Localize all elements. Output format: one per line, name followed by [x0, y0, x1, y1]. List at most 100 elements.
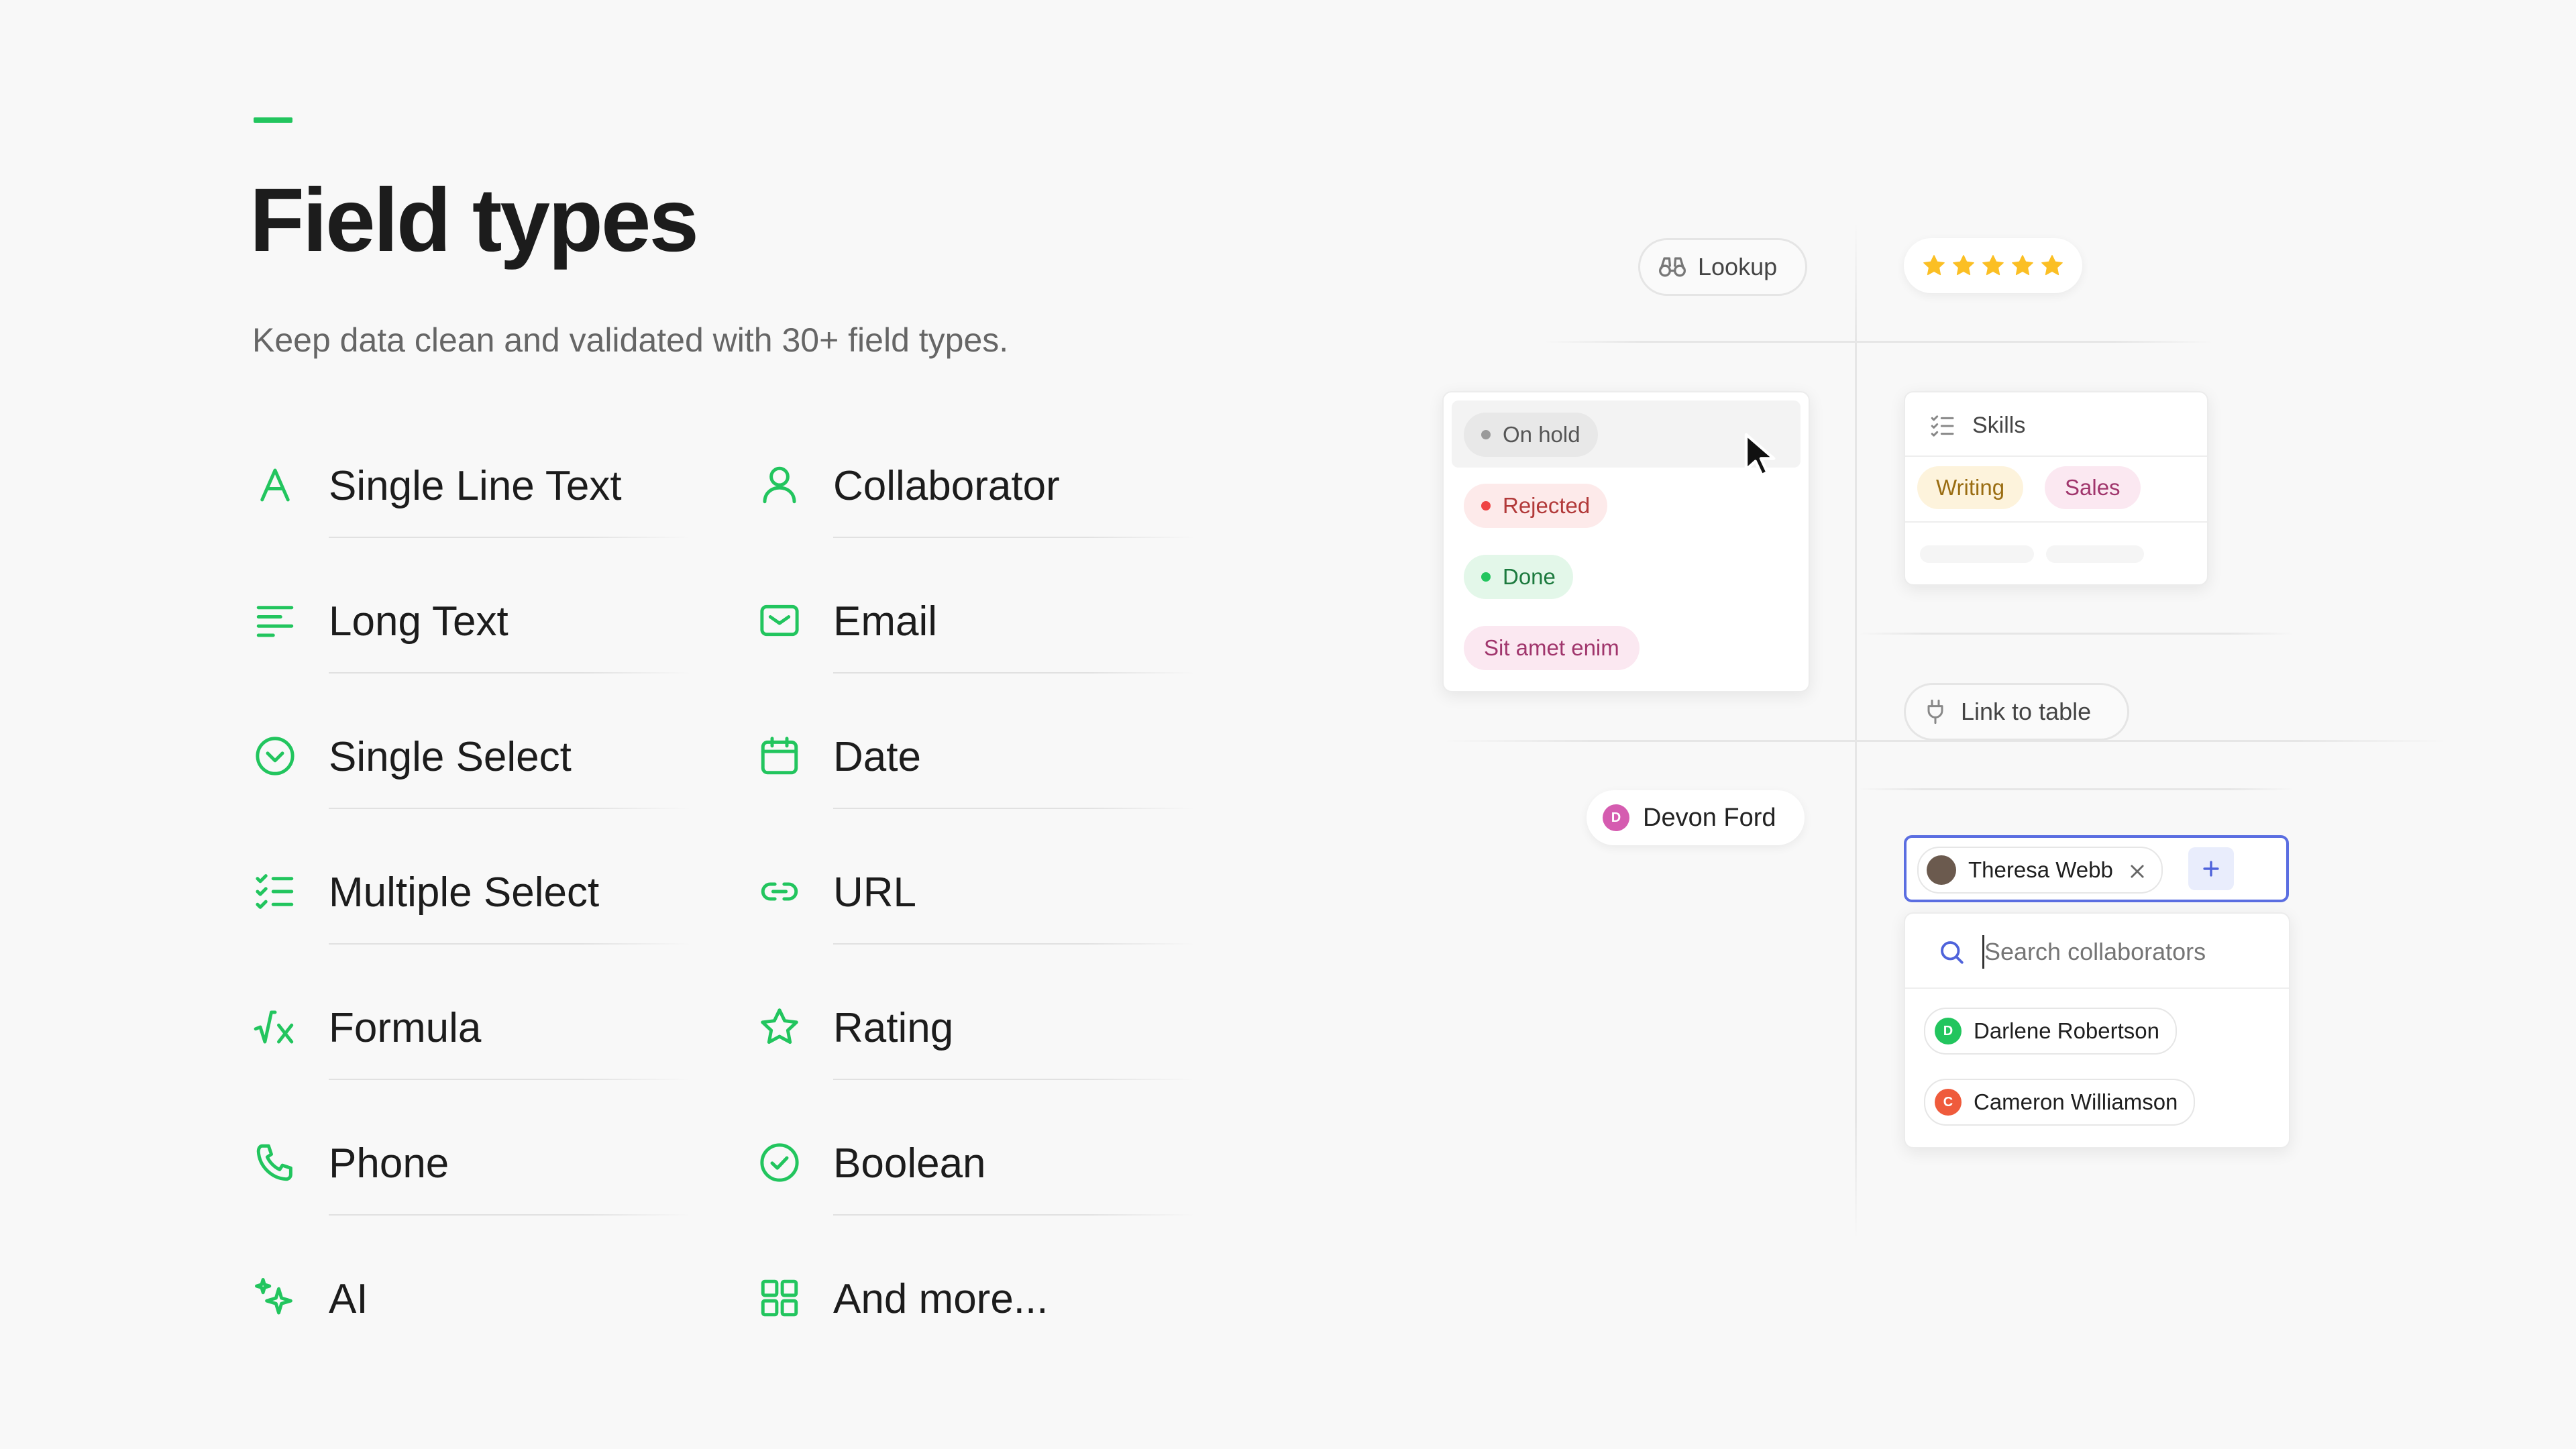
status-option-on-hold[interactable]: On hold: [1464, 413, 1598, 457]
divider: [1905, 987, 2289, 989]
divider: [1905, 521, 2207, 523]
plug-icon: [1922, 698, 1949, 725]
divider: [833, 808, 1195, 809]
status-option-label: Done: [1503, 564, 1556, 589]
skill-tag-writing[interactable]: Writing: [1917, 466, 2024, 509]
status-dot: [1481, 430, 1491, 439]
divider: [329, 808, 691, 809]
add-collaborator-button[interactable]: [2188, 847, 2234, 890]
grid-icon: [757, 1276, 802, 1320]
search-collaborators-input[interactable]: [1984, 934, 2266, 970]
collaborator-dropdown[interactable]: D Darlene Robertson C Cameron Williamson: [1904, 912, 2290, 1148]
lookup-label: Lookup: [1698, 253, 1778, 280]
star-icon[interactable]: [2010, 253, 2035, 278]
field-type-label: Phone: [329, 1140, 449, 1187]
link-to-table-pill[interactable]: Link to table: [1904, 683, 2129, 741]
devon-ford-name: Devon Ford: [1643, 803, 1776, 832]
devon-ford-chip[interactable]: D Devon Ford: [1587, 790, 1805, 845]
binoculars-icon: [1658, 252, 1687, 282]
status-dropdown[interactable]: On hold Rejected Done Sit amet enim: [1442, 391, 1810, 692]
collaborator-option-name: Cameron Williamson: [1974, 1089, 2178, 1114]
page-subtitle: Keep data clean and validated with 30+ f…: [252, 321, 1009, 359]
collaborator-option-name: Darlene Robertson: [1974, 1018, 2159, 1043]
field-type-label: Boolean: [833, 1140, 986, 1187]
divider: [329, 672, 691, 674]
field-type-label: Date: [833, 734, 921, 780]
status-option-label: Sit amet enim: [1484, 635, 1619, 660]
skills-title: Skills: [1972, 413, 2026, 438]
divider: [329, 1214, 691, 1216]
field-type-label: Multiple Select: [329, 869, 600, 916]
divider: [329, 943, 691, 945]
grid-line: [1858, 633, 2294, 635]
collaborator-field[interactable]: Theresa Webb: [1904, 835, 2289, 902]
collaborator-option-cameron[interactable]: C Cameron Williamson: [1924, 1079, 2196, 1126]
skill-tag-label: Writing: [1936, 475, 2005, 500]
user-icon: [757, 463, 802, 507]
star-icon[interactable]: [1921, 253, 1947, 278]
avatar: D: [1603, 804, 1629, 831]
link-to-table-label: Link to table: [1961, 698, 2092, 725]
avatar: [1927, 855, 1956, 885]
status-option-label: Rejected: [1503, 493, 1591, 518]
calendar-icon: [757, 734, 802, 778]
square-root-x-icon: [253, 1005, 297, 1049]
circle-check-icon: [757, 1140, 802, 1185]
status-option-done[interactable]: Done: [1464, 555, 1573, 599]
field-type-label: URL: [833, 869, 917, 916]
divider: [833, 1214, 1195, 1216]
field-type-label: Formula: [329, 1005, 482, 1051]
avatar: C: [1935, 1089, 1962, 1116]
accent-bar: [254, 117, 292, 123]
star-icon[interactable]: [1951, 253, 1976, 278]
search-icon: [1937, 938, 1966, 966]
letter-a-icon: [253, 463, 297, 507]
divider: [833, 672, 1195, 674]
status-option-label: On hold: [1503, 422, 1580, 447]
divider: [329, 537, 691, 538]
close-icon[interactable]: [2128, 861, 2147, 879]
grid-line: [1543, 341, 2214, 343]
link-icon: [757, 869, 802, 914]
field-type-label: Long Text: [329, 598, 508, 645]
status-option-rejected[interactable]: Rejected: [1464, 484, 1608, 528]
circle-chevron-down-icon: [253, 734, 297, 778]
sparkles-icon: [253, 1276, 297, 1320]
rating-pill[interactable]: [1904, 238, 2082, 293]
field-type-label: Email: [833, 598, 938, 645]
grid-line: [1858, 788, 2294, 790]
checklist-icon: [253, 869, 297, 914]
field-type-label: Rating: [833, 1005, 954, 1051]
divider: [329, 1079, 691, 1080]
field-type-label: And more...: [833, 1276, 1049, 1322]
skills-card[interactable]: Skills Writing Sales: [1904, 391, 2208, 586]
placeholder-bar: [2046, 545, 2144, 563]
mail-icon: [757, 598, 802, 643]
field-type-label: Single Select: [329, 734, 572, 780]
star-icon: [757, 1005, 802, 1049]
status-option-sit-amet-enim[interactable]: Sit amet enim: [1464, 626, 1640, 670]
divider: [833, 537, 1195, 538]
status-dot: [1481, 501, 1491, 511]
field-type-label: Single Line Text: [329, 463, 622, 509]
plus-icon: [2203, 861, 2219, 877]
checklist-icon: [1929, 413, 1956, 439]
selected-collaborator-chip[interactable]: Theresa Webb: [1917, 847, 2163, 894]
selected-collaborator-name: Theresa Webb: [1968, 857, 2113, 882]
field-type-label: Collaborator: [833, 463, 1060, 509]
phone-icon: [253, 1140, 297, 1185]
star-icon[interactable]: [1980, 253, 2006, 278]
divider: [833, 1079, 1195, 1080]
star-icon[interactable]: [2039, 253, 2065, 278]
grid-line: [1855, 221, 1857, 1241]
collaborator-option-darlene[interactable]: D Darlene Robertson: [1924, 1008, 2177, 1055]
divider: [833, 943, 1195, 945]
status-dot: [1481, 572, 1491, 582]
placeholder-bar: [1920, 545, 2034, 563]
divider: [1905, 455, 2207, 457]
avatar: D: [1935, 1018, 1962, 1044]
lines-icon: [253, 598, 297, 643]
lookup-pill[interactable]: Lookup: [1638, 238, 1807, 296]
rating-stars[interactable]: [1921, 253, 2065, 278]
skill-tag-sales[interactable]: Sales: [2045, 466, 2141, 509]
